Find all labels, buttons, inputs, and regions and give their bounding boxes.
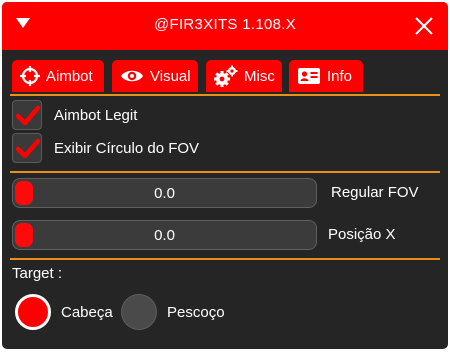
position-x-value: 0.0 [154, 227, 175, 244]
target-label: Target : [12, 265, 63, 282]
eye-icon [121, 70, 143, 82]
checkmark-icon [15, 138, 41, 159]
tab-visual[interactable]: Visual [112, 60, 198, 92]
show-fov-circle-toggle[interactable]: Exibir Círculo do FOV [12, 133, 432, 165]
section-divider [10, 171, 440, 173]
crosshair-icon [20, 66, 40, 86]
tab-underline [10, 94, 440, 96]
close-icon[interactable] [412, 14, 436, 38]
id-card-icon [298, 68, 320, 84]
position-x-slider[interactable]: 0.0 [12, 220, 317, 250]
checkmark-icon [15, 105, 41, 126]
position-x-slider-row: 0.0 Posição X [12, 220, 442, 252]
target-head-label[interactable]: Cabeça [61, 304, 113, 321]
section-divider [10, 258, 440, 260]
target-head-radio[interactable] [15, 294, 51, 330]
aimbot-legit-label: Aimbot Legit [54, 107, 138, 124]
gears-icon [214, 65, 238, 87]
regular-fov-value: 0.0 [154, 185, 175, 202]
tab-aimbot[interactable]: Aimbot [12, 60, 104, 92]
position-x-label: Posição X [328, 226, 396, 243]
tab-misc[interactable]: Misc [206, 60, 282, 92]
show-fov-circle-checkbox[interactable] [12, 133, 42, 163]
aimbot-legit-toggle[interactable]: Aimbot Legit [12, 100, 432, 132]
regular-fov-label: Regular FOV [331, 184, 419, 201]
regular-fov-slider-row: 0.0 Regular FOV [12, 178, 442, 210]
collapse-triangle-icon[interactable] [16, 18, 30, 28]
tab-visual-label: Visual [150, 67, 191, 85]
tab-info[interactable]: Info [289, 60, 363, 92]
target-neck-radio[interactable] [121, 294, 157, 330]
tab-info-label: Info [327, 67, 353, 85]
tab-misc-label: Misc [244, 67, 275, 85]
window-title: @FIR3XITS 1.108.X [153, 16, 297, 33]
tab-bar: Aimbot Visual Misc Info [2, 60, 448, 96]
target-neck-label[interactable]: Pescoço [167, 304, 225, 321]
mod-menu-panel: @FIR3XITS 1.108.X Aimbot Visual Misc Inf… [2, 2, 448, 349]
regular-fov-slider[interactable]: 0.0 [12, 178, 317, 208]
tab-aimbot-label: Aimbot [46, 67, 93, 85]
title-bar[interactable]: @FIR3XITS 1.108.X [2, 2, 448, 50]
aimbot-legit-checkbox[interactable] [12, 100, 42, 130]
show-fov-circle-label: Exibir Círculo do FOV [54, 140, 200, 157]
